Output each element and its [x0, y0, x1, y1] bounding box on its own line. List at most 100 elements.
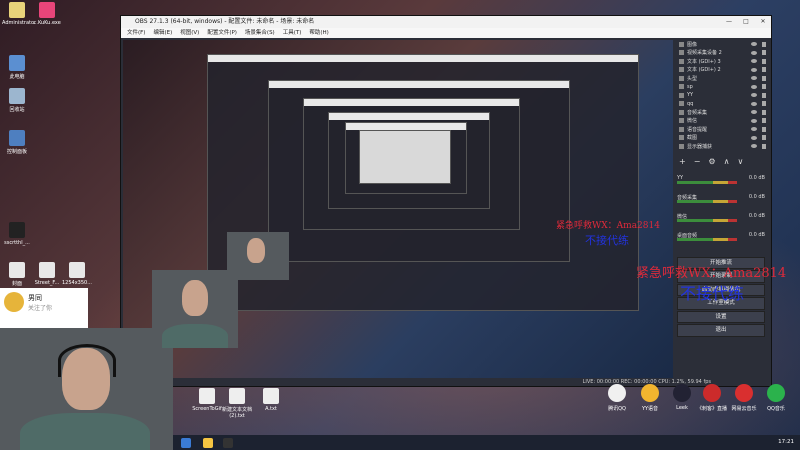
source-item[interactable]: sp — [673, 83, 769, 92]
lock-icon[interactable] — [762, 67, 766, 73]
source-item[interactable]: 文本 (GDI+) 3 — [673, 57, 769, 66]
mixer-channel: 音频采集 0.0 dB — [677, 193, 765, 203]
window-icon — [679, 101, 684, 107]
window-icon — [679, 92, 684, 98]
eye-icon[interactable] — [751, 135, 757, 140]
lock-icon[interactable] — [762, 109, 766, 115]
audio-icon — [679, 126, 684, 132]
lock-icon[interactable] — [762, 92, 766, 98]
settings-button[interactable]: 设置 — [677, 310, 765, 323]
obs-taskbar-icon[interactable] — [223, 438, 233, 448]
overlay-notice-text-nested: 不接代练 — [585, 234, 629, 247]
eye-icon[interactable] — [751, 76, 757, 81]
source-item[interactable]: YY — [673, 91, 769, 100]
leek-icon[interactable] — [673, 384, 691, 402]
game-icon[interactable] — [703, 384, 721, 402]
menu-profile[interactable]: 配置文件(P) — [207, 28, 237, 38]
move-up-button[interactable]: ∧ — [724, 157, 730, 166]
explorer-icon[interactable] — [203, 438, 213, 448]
menu-file[interactable]: 文件(F) — [127, 28, 145, 38]
source-item[interactable]: 截图 — [673, 134, 769, 143]
eye-icon[interactable] — [751, 110, 757, 115]
image-file-icon — [69, 262, 85, 278]
volume-meter[interactable] — [677, 180, 737, 184]
start-icon[interactable] — [181, 438, 191, 448]
desktop-icon-kuku[interactable]: ...KuKu.exe — [32, 2, 62, 26]
move-down-button[interactable]: ∨ — [737, 157, 743, 166]
obs-sources-panel: 图像 视频采集设备 2 文本 (GDI+) 3 文本 (GDI+) 2 头型 s… — [673, 40, 769, 385]
menu-view[interactable]: 视图(V) — [180, 28, 199, 38]
lock-icon[interactable] — [762, 143, 766, 149]
monitor-icon — [679, 143, 684, 149]
eye-icon[interactable] — [751, 67, 757, 72]
menu-help[interactable]: 帮助(H) — [309, 28, 328, 38]
source-item[interactable]: 显示器捕获 — [673, 142, 769, 151]
menu-scene-collection[interactable]: 场景集合(S) — [245, 28, 275, 38]
lock-icon[interactable] — [762, 50, 766, 56]
desktop-icon-cover[interactable]: 封面 — [2, 262, 32, 287]
source-item[interactable]: 视频采集设备 2 — [673, 49, 769, 58]
desktop-icon-atxt[interactable]: A.txt — [256, 388, 286, 412]
source-item[interactable]: 头型 — [673, 74, 769, 83]
lock-icon[interactable] — [762, 58, 766, 64]
source-item[interactable]: 音频采集 — [673, 108, 769, 117]
yy-icon[interactable] — [641, 384, 659, 402]
menu-edit[interactable]: 编辑(E) — [153, 28, 172, 38]
lock-icon[interactable] — [762, 126, 766, 132]
eye-icon[interactable] — [751, 93, 757, 98]
lock-icon[interactable] — [762, 84, 766, 90]
desktop-icon-admin[interactable]: Administrator — [2, 2, 36, 26]
follow-notification: 男同 关注了你 — [0, 288, 88, 328]
app-label: YY语音 — [641, 406, 659, 412]
notification-name: 男同 — [28, 294, 42, 302]
source-item[interactable]: 语音提醒 — [673, 125, 769, 134]
eye-icon[interactable] — [751, 42, 757, 47]
eye-icon[interactable] — [751, 50, 757, 55]
eye-icon[interactable] — [751, 144, 757, 149]
folder-icon — [9, 2, 25, 18]
lock-icon[interactable] — [762, 135, 766, 141]
exit-button[interactable]: 退出 — [677, 324, 765, 337]
eye-icon[interactable] — [751, 101, 757, 106]
close-icon[interactable]: ✕ — [755, 16, 771, 28]
source-properties-button[interactable]: ⚙ — [708, 157, 715, 166]
lock-icon[interactable] — [762, 118, 766, 124]
desktop-icon-recycle[interactable]: 回收站 — [2, 88, 32, 113]
eye-icon[interactable] — [751, 84, 757, 89]
volume-meter[interactable] — [677, 237, 737, 241]
volume-meter[interactable] — [677, 218, 737, 222]
menu-tools[interactable]: 工具(T) — [283, 28, 302, 38]
lock-icon[interactable] — [762, 101, 766, 107]
netease-music-icon[interactable] — [735, 384, 753, 402]
lock-icon[interactable] — [762, 41, 766, 47]
desktop-icon-1254[interactable]: 1254x350... — [62, 262, 92, 286]
volume-meter[interactable] — [677, 199, 737, 203]
maximize-icon[interactable]: □ — [738, 16, 754, 28]
obs-title-bar: OBS 27.1.3 (64-bit, windows) - 配置文件: 未命名… — [121, 16, 771, 28]
remove-source-button[interactable]: − — [694, 157, 701, 166]
desktop-icon-pc[interactable]: 此电脑 — [2, 55, 32, 80]
desktop-icon-street[interactable]: Street_F... — [32, 262, 62, 286]
source-item[interactable]: qq — [673, 100, 769, 109]
nested-window-6 — [359, 130, 451, 184]
mixer-channel: YY 0.0 dB — [673, 175, 769, 191]
eye-icon[interactable] — [751, 118, 757, 123]
lock-icon[interactable] — [762, 75, 766, 81]
qq-music-icon[interactable] — [767, 384, 785, 402]
overlay-notice-text: 不接代练 — [680, 284, 745, 303]
source-item[interactable]: 图像 — [673, 40, 769, 49]
desktop-icon-control[interactable]: 控制面板 — [2, 130, 32, 155]
minimize-icon[interactable]: — — [721, 16, 737, 28]
eye-icon[interactable] — [751, 127, 757, 132]
eye-icon[interactable] — [751, 59, 757, 64]
source-item[interactable]: 文本 (GDI+) 2 — [673, 66, 769, 75]
add-source-button[interactable]: + — [679, 157, 686, 166]
desktop-icon-screentogif[interactable]: ScreenToGif — [192, 388, 222, 412]
qq-icon[interactable] — [608, 384, 626, 402]
window-icon — [679, 84, 684, 90]
source-item[interactable]: 微信 — [673, 117, 769, 126]
desktop-icon-sscrt[interactable]: sscrtthl_... — [2, 222, 32, 246]
avatar — [4, 292, 24, 312]
taskbar: 17:21 — [173, 435, 800, 450]
desktop-icon-newtxt[interactable]: 新建文本文档 (2).txt — [222, 388, 252, 419]
